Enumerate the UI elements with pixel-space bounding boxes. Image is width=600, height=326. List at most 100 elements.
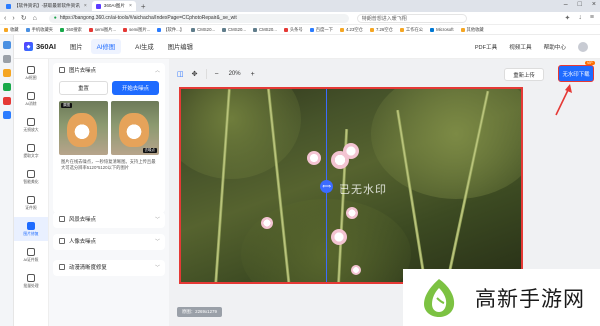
tool-icon	[27, 221, 35, 230]
nav-image-edit[interactable]: 图片编辑	[168, 42, 193, 51]
bookmark-item[interactable]: 工作在公	[399, 26, 424, 33]
browser-tab[interactable]: 【软件资讯】-获取最新软件资讯 ×	[2, 1, 91, 11]
app-logo[interactable]: ◆ 360AI	[24, 42, 56, 51]
bookmark-item[interactable]: 手机收藏夹	[25, 27, 53, 33]
forward-icon[interactable]: ›	[12, 15, 14, 22]
zoom-out-icon[interactable]: −	[215, 71, 219, 78]
sidebar-home-icon[interactable]	[2, 41, 11, 49]
nav-images[interactable]: 图片	[70, 42, 83, 51]
help-center-link[interactable]: 帮助中心	[544, 43, 566, 51]
bookmark-item[interactable]: 头条号	[283, 27, 303, 33]
url-text: bangong.360.cn/ai-tools/#/aichacha/Index…	[74, 15, 237, 21]
bookmark-label: 工作在公	[405, 26, 424, 32]
close-icon[interactable]: ×	[129, 3, 132, 9]
sidebar-star-icon[interactable]	[2, 69, 11, 77]
bookmark-label: semi图片...	[94, 26, 117, 32]
video-tools-link[interactable]: 视频工具	[509, 43, 531, 51]
sidebar-add-icon[interactable]	[2, 55, 11, 63]
chevron-up-icon[interactable]: ︿	[155, 67, 160, 74]
sidenav-item[interactable]: 提取文字	[14, 139, 48, 163]
sidenav-item[interactable]: AI消除	[14, 87, 48, 111]
bookmark-icon	[4, 27, 8, 32]
lock-icon: ●	[53, 15, 57, 21]
sidenav-item[interactable]: 无损放大	[14, 113, 48, 137]
tool-sidenav: AI抠图 AI消除无损放大 提取文字 智能美化证件照图片修复 AI证件照批量处理	[14, 59, 49, 326]
sidenav-label: AI消除	[25, 101, 37, 106]
sidenav-item[interactable]: AI抠图	[14, 61, 48, 85]
tool-icon	[27, 117, 35, 126]
bookmark-item[interactable]: 7.26空仓	[369, 27, 393, 33]
reload-icon[interactable]: ↻	[21, 14, 27, 22]
portrait-denoise-card[interactable]: 人像去噪点 ﹀	[53, 234, 165, 250]
scenery-denoise-card[interactable]: 风景去噪点 ﹀	[53, 212, 165, 228]
sidebar-app-icon[interactable]	[2, 97, 11, 105]
chevron-down-icon[interactable]: ﹀	[155, 264, 160, 271]
bookmark-item[interactable]: CMS20...	[191, 27, 215, 32]
reupload-button[interactable]: 重新上传	[504, 68, 544, 81]
chevron-down-icon[interactable]: ﹀	[155, 238, 160, 245]
sidenav-label: 证件照	[25, 205, 37, 210]
bookmark-item[interactable]: 4.23空仓	[339, 27, 363, 33]
bookmark-icon	[222, 27, 227, 32]
close-icon[interactable]: ×	[84, 3, 87, 9]
sidenav-item[interactable]: AI证件照	[14, 243, 48, 267]
bookmark-item[interactable]: semi图片...	[123, 27, 150, 33]
tool-icon	[27, 169, 35, 178]
bookmark-item[interactable]: semi图片...	[88, 26, 117, 33]
compare-handle-icon[interactable]: ⟺	[320, 180, 333, 193]
after-tag: 去噪点	[142, 148, 157, 153]
browser-search-input[interactable]: 特朗普想进入暖飞翔	[356, 13, 467, 23]
bookmark-icon	[430, 27, 435, 32]
foliage	[181, 89, 301, 179]
pdf-tools-link[interactable]: PDF工具	[475, 43, 497, 51]
new-tab-icon[interactable]: +	[141, 2, 146, 11]
nav-ai-retouch[interactable]: AI修图	[90, 39, 122, 54]
sidebar-app-icon[interactable]	[2, 111, 11, 119]
bookmark-label: 收藏	[10, 26, 19, 32]
back-icon[interactable]: ‹	[4, 15, 6, 22]
close-window-icon[interactable]: ×	[592, 1, 596, 8]
bookmark-item[interactable]: 收藏	[4, 27, 19, 33]
bookmark-item[interactable]: CMS20...	[252, 27, 277, 32]
home-icon[interactable]: ⌂	[33, 15, 37, 22]
menu-icon[interactable]: ≡	[590, 14, 594, 22]
result-photo[interactable]: ⟺ 已无水印	[179, 87, 523, 284]
bookmark-item[interactable]: 其他收藏	[460, 27, 484, 33]
download-no-watermark-button[interactable]: 无水印下载	[558, 65, 594, 82]
nav-ai-generate[interactable]: AI生成	[135, 42, 154, 51]
sidenav-item[interactable]: 批量处理	[14, 269, 48, 293]
download-icon[interactable]: ↓	[578, 14, 582, 22]
move-icon[interactable]: ✥	[192, 70, 198, 78]
url-input[interactable]: ● https:// bangong.360.cn/ai-tools/#/aic…	[48, 13, 349, 23]
bookmark-item[interactable]: 百度一下	[309, 27, 333, 33]
anime-repair-card[interactable]: 动漫清晰度修复 ﹀	[53, 260, 165, 276]
browser-tab-active[interactable]: 360AI图片 ×	[91, 1, 136, 11]
sidebar-app-icon[interactable]	[2, 83, 11, 91]
section-title: 人像去噪点	[69, 239, 96, 245]
tool-icon	[27, 91, 35, 100]
extensions-icon[interactable]: ✦	[565, 14, 571, 22]
compare-icon[interactable]: ◫	[177, 70, 184, 78]
bookmark-icon	[252, 27, 257, 32]
before-tag: 原图	[61, 103, 72, 108]
maximize-icon[interactable]: □	[578, 1, 582, 8]
bookmark-item[interactable]: 360搜索	[60, 27, 82, 33]
chevron-down-icon[interactable]: ﹀	[155, 216, 160, 223]
reset-button[interactable]: 重置	[59, 81, 108, 95]
section-title: 风景去噪点	[69, 217, 96, 223]
sidenav-label: AI证件照	[23, 257, 39, 262]
bookmark-item[interactable]: Microsoft	[430, 27, 454, 32]
sidenav-item[interactable]: 证件照	[14, 191, 48, 215]
sidenav-item[interactable]: 图片修复	[14, 217, 48, 241]
minimize-icon[interactable]: –	[564, 1, 568, 8]
bookmark-item[interactable]: CMS20...	[222, 27, 246, 32]
logo-text: 360AI	[36, 42, 57, 51]
bookmark-item[interactable]: 【软件...】	[157, 27, 184, 33]
blossom	[351, 265, 361, 275]
zoom-in-icon[interactable]: +	[251, 71, 255, 78]
avatar[interactable]	[578, 41, 588, 52]
card-header[interactable]: 图片去噪点 ︿	[53, 63, 165, 77]
start-denoise-button[interactable]: 开始去噪点	[112, 81, 159, 95]
sidenav-item[interactable]: 智能美化	[14, 165, 48, 189]
annotation-arrow-icon	[555, 84, 572, 116]
